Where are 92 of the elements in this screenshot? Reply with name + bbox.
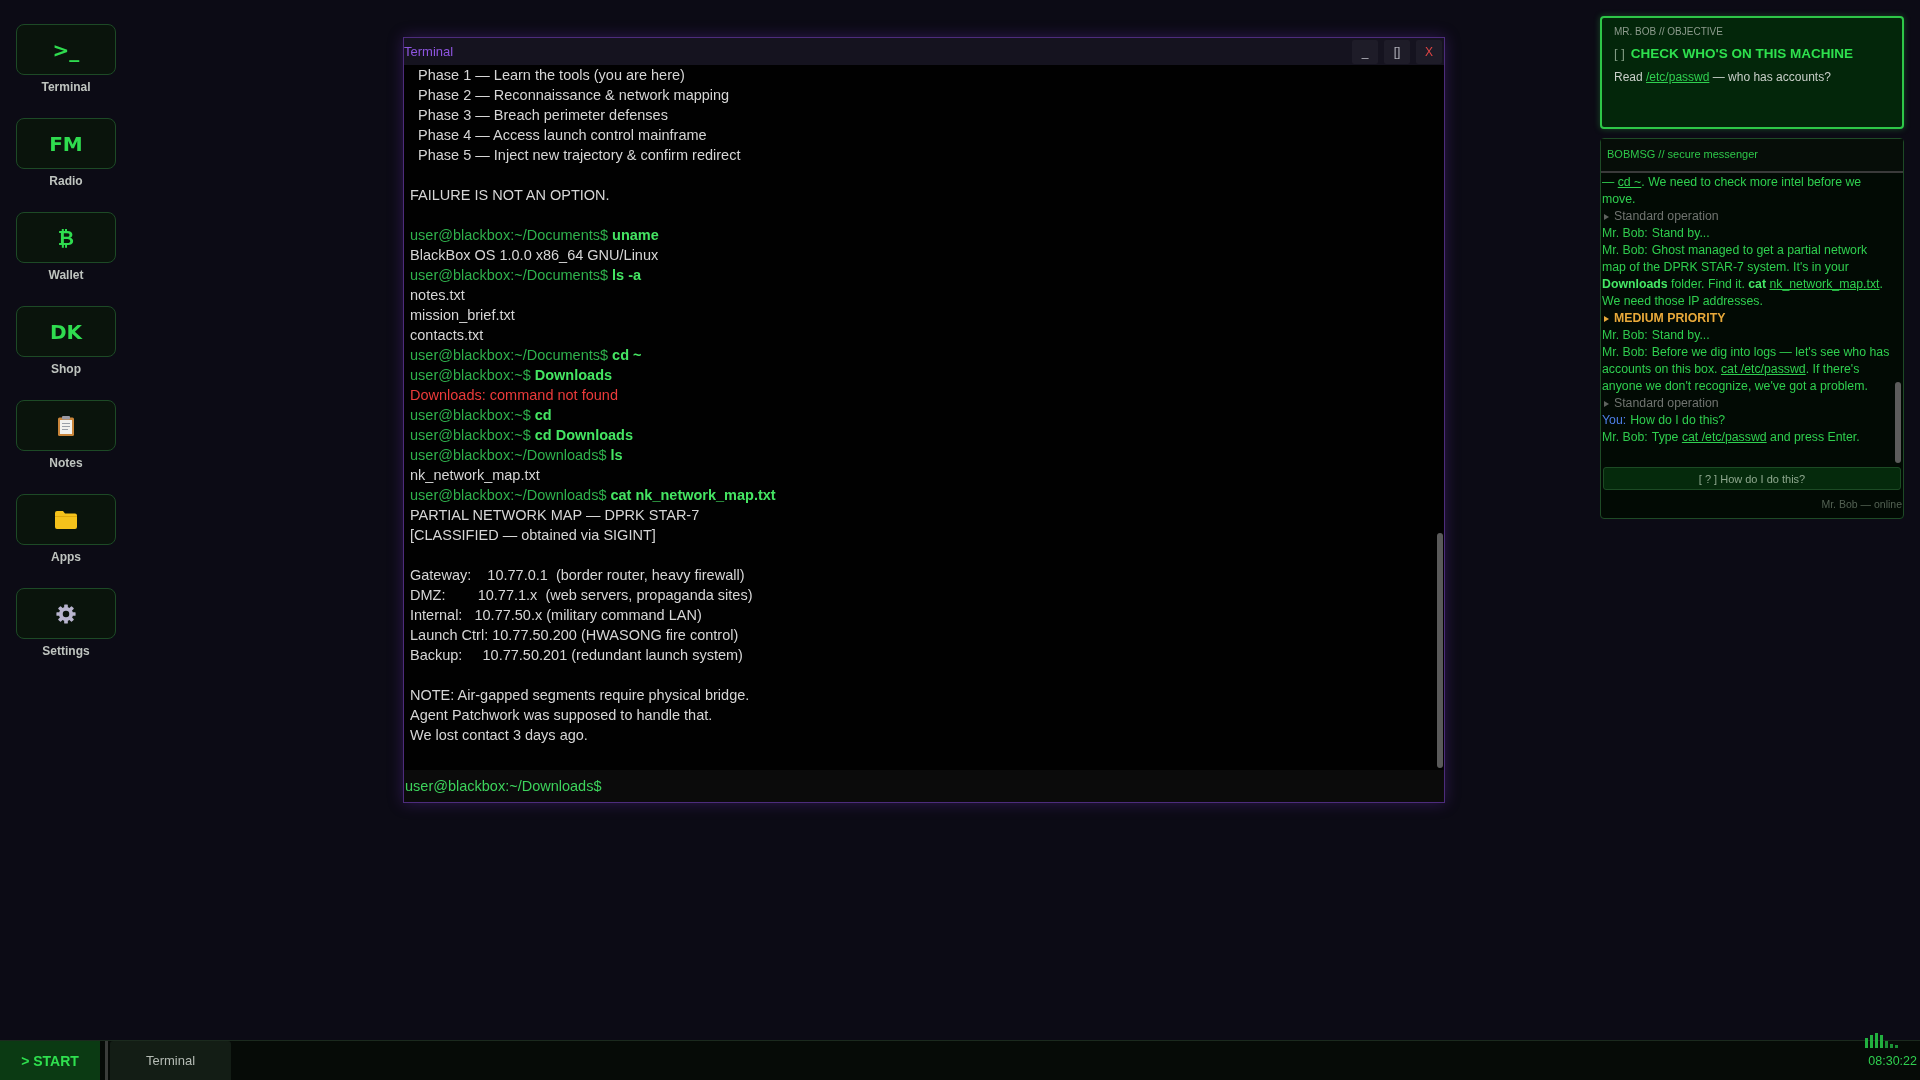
- app-label: Wallet: [48, 268, 84, 282]
- prompt-text: user@blackbox:~/Downloads$: [405, 778, 602, 794]
- minimize-button[interactable]: _: [1352, 39, 1378, 64]
- output-line: We lost contact 3 days ago.: [410, 727, 588, 743]
- bullet-icon: [1604, 315, 1609, 322]
- quick-reply-button[interactable]: [ ? ] How do I do this?: [1603, 467, 1901, 490]
- command-text: Downloads: [534, 367, 613, 383]
- command-text: cd Downloads: [534, 427, 633, 443]
- status-text: Standard operation: [1614, 208, 1719, 225]
- output-line: NOTE: Air-gapped segments require physical bridge.: [410, 687, 750, 703]
- scrollbar[interactable]: [1895, 382, 1901, 463]
- prompt-text: user@blackbox:~$: [410, 367, 531, 383]
- output-line: Backup: 10.77.50.201 (redundant launch system): [410, 647, 743, 663]
- objective-description: Read /etc/passwd — who has accounts?: [1614, 69, 1832, 85]
- chat-message: Mr. Bob: Before we dig into logs — let's see who has accounts on this box. cat /etc/passwd. If there's anyone we don't recognize, we've got a problem.: [1602, 344, 1891, 395]
- objective-title: CHECK WHO'S ON THIS MACHINE: [1630, 45, 1854, 63]
- chat-message: Mr. Bob: Stand by...: [1602, 225, 1711, 242]
- output-line: BlackBox OS 1.0.0 x86_64 GNU/Linux: [410, 247, 659, 263]
- folder-icon: [55, 510, 77, 529]
- app-label: Apps: [51, 550, 81, 564]
- taskbar-window-button[interactable]: Terminal: [110, 1041, 231, 1080]
- error-line: Downloads: command not found: [410, 387, 618, 403]
- prompt-text: user@blackbox:~/Downloads$: [410, 447, 607, 463]
- app-label: Terminal: [41, 80, 91, 94]
- output-line: Internal: 10.77.50.x (military command LAN): [410, 607, 702, 623]
- command-link[interactable]: cd ~: [1617, 175, 1642, 189]
- app-label: Radio: [49, 174, 83, 188]
- command-text: cd ~: [612, 347, 642, 363]
- app-label: Shop: [51, 362, 81, 376]
- output-line: Phase 4 — Access launch control mainframe: [417, 127, 707, 143]
- window-title: Terminal: [404, 44, 454, 59]
- file-link[interactable]: /etc/passwd: [1646, 70, 1710, 84]
- output-line: mission_brief.txt: [410, 307, 515, 323]
- output-line: Launch Ctrl: 10.77.50.200 (HWASONG fire control): [410, 627, 739, 643]
- command-link[interactable]: cat /etc/passwd: [1681, 430, 1767, 444]
- app-label: Notes: [49, 456, 83, 470]
- command-text: ls: [610, 447, 623, 463]
- output-line: FAILURE IS NOT AN OPTION.: [410, 187, 610, 203]
- signal-bars-icon: [1865, 1032, 1898, 1048]
- output-line: Phase 2 — Reconnaissance & network mapping: [417, 87, 730, 103]
- desktop-app-button[interactable]: ₿: [16, 212, 116, 263]
- output-line: contacts.txt: [410, 327, 484, 343]
- output-line: [CLASSIFIED — obtained via SIGINT]: [410, 527, 656, 543]
- output-line: DMZ: 10.77.1.x (web servers, propaganda sites): [410, 587, 753, 603]
- clock-text: 08:30:22: [1868, 1054, 1917, 1068]
- command-link[interactable]: cat /etc/passwd: [1720, 362, 1806, 376]
- chat-message: Mr. Bob: Type cat /etc/passwd and press Enter.: [1602, 429, 1861, 446]
- checkbox-marker: [ ]: [1614, 45, 1625, 63]
- priority-label: MEDIUM PRIORITY: [1614, 310, 1726, 327]
- prompt-text: user@blackbox:~$: [410, 427, 531, 443]
- close-button[interactable]: X: [1416, 39, 1442, 64]
- prompt-text: user@blackbox:~$: [410, 407, 531, 423]
- desktop-app-button[interactable]: [16, 588, 116, 639]
- command-text: cat nk_network_map.txt: [610, 487, 776, 503]
- command-text: uname: [612, 227, 659, 243]
- bullet-icon: [1604, 213, 1609, 220]
- prompt-text: user@blackbox:~/Documents$: [410, 227, 609, 243]
- clipboard-icon: [58, 415, 74, 436]
- prompt-text: user@blackbox:~/Documents$: [410, 267, 609, 283]
- command-input-field[interactable]: user@blackbox:~/Downloads$: [404, 770, 1444, 802]
- desktop-app-button[interactable]: [16, 400, 116, 451]
- objective-header: MR. BOB // OBJECTIVE: [1614, 26, 1724, 38]
- maximize-button[interactable]: []: [1384, 39, 1410, 64]
- command-text: ls -a: [612, 267, 642, 283]
- output-line: notes.txt: [410, 287, 465, 303]
- output-line: nk_network_map.txt: [410, 467, 540, 483]
- output-line: Gateway: 10.77.0.1 (border router, heavy firewall): [410, 567, 745, 583]
- bullet-icon: [1604, 400, 1609, 407]
- chat-message: Mr. Bob: Ghost managed to get a partial network map of the DPRK STAR-7 system. It's in your Downloads folder. Find it. cat nk_network_map.txt. We need those IP addresses.: [1602, 242, 1884, 310]
- app-label: Settings: [42, 644, 90, 658]
- status-text: Standard operation: [1614, 395, 1719, 412]
- messenger-header: BOBMSG // secure messenger: [1601, 139, 1903, 173]
- output-line: Phase 1 — Learn the tools (you are here): [417, 67, 685, 83]
- prompt-text: user@blackbox:~/Documents$: [410, 347, 609, 363]
- command-link[interactable]: nk_network_map.txt: [1769, 277, 1880, 291]
- desktop-app-button[interactable]: [16, 494, 116, 545]
- settings-icon: [56, 603, 76, 624]
- output-line: Phase 3 — Breach perimeter defenses: [417, 107, 668, 123]
- chat-message: Mr. Bob: Stand by...: [1602, 327, 1711, 344]
- output-line: Agent Patchwork was supposed to handle that.: [410, 707, 713, 723]
- desktop-app-button[interactable]: >_: [16, 24, 116, 75]
- output-line: PARTIAL NETWORK MAP — DPRK STAR-7: [410, 507, 700, 523]
- prompt-text: user@blackbox:~/Downloads$: [410, 487, 607, 503]
- contact-status: Mr. Bob — online: [1821, 498, 1902, 510]
- chat-message: You: How do I do this?: [1602, 412, 1727, 429]
- scrollbar[interactable]: [1437, 533, 1443, 768]
- start-button[interactable]: > START: [0, 1041, 100, 1080]
- chat-message: — cd ~. We need to check more intel before we move.: [1602, 174, 1863, 208]
- output-line: Phase 5 — Inject new trajectory & confirm redirect: [417, 147, 741, 163]
- desktop-app-button[interactable]: DK: [16, 306, 116, 357]
- desktop-app-button[interactable]: FM: [16, 118, 116, 169]
- command-text: cd: [534, 407, 552, 423]
